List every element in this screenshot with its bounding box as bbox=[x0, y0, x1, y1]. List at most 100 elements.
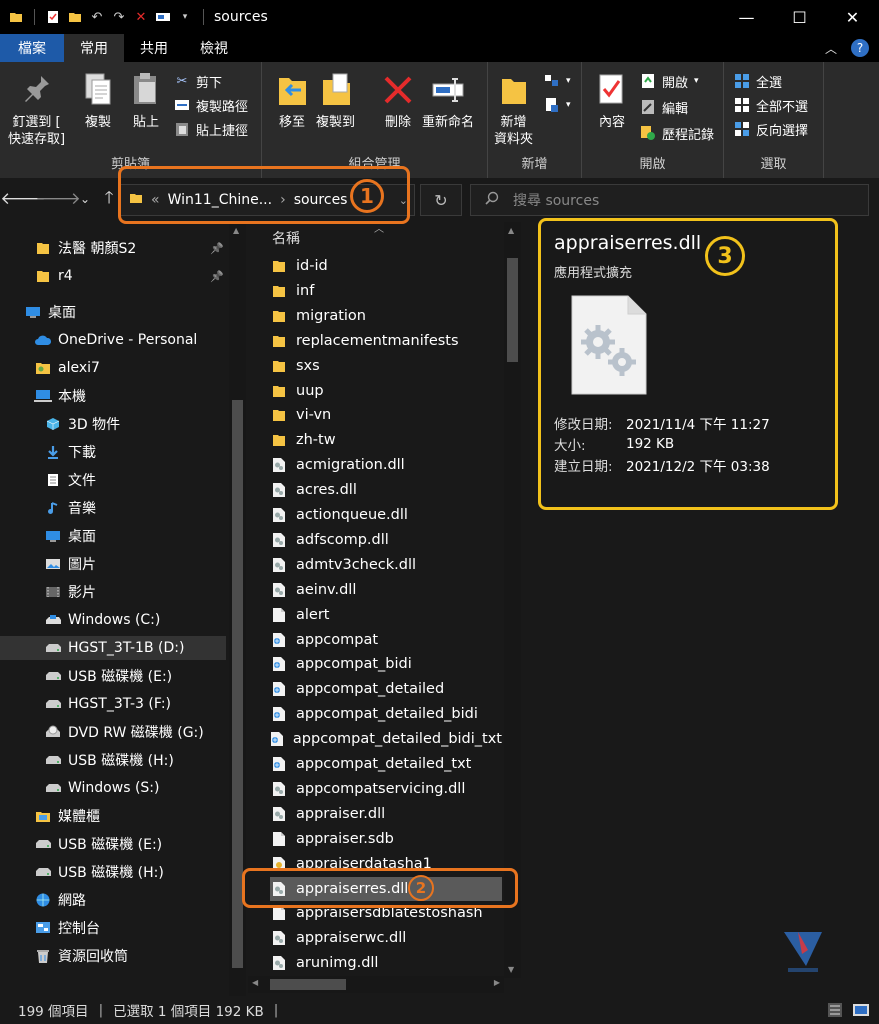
invert-selection-button[interactable]: 反向選擇 bbox=[734, 118, 808, 140]
pin-icon[interactable]: 📌 bbox=[210, 270, 224, 283]
forward-button[interactable]: 🡒 bbox=[35, 188, 81, 210]
nav-item[interactable]: 桌面 bbox=[24, 300, 76, 324]
tab-share[interactable]: 共用 bbox=[124, 34, 184, 62]
file-row[interactable]: appcompat_detailed bbox=[270, 677, 502, 701]
delete-button[interactable]: 刪除 bbox=[380, 70, 416, 131]
properties-icon[interactable] bbox=[45, 9, 61, 25]
recent-locations-button[interactable]: ⌄ bbox=[74, 188, 96, 210]
nav-item[interactable]: 資源回收筒 bbox=[34, 944, 128, 968]
new-folder-button[interactable]: 新增 資料夾 bbox=[494, 70, 533, 148]
delete-icon[interactable]: ✕ bbox=[133, 9, 149, 25]
nav-item[interactable]: USB 磁碟機 (H:) bbox=[44, 748, 174, 772]
file-row[interactable]: appcompat_detailed_txt bbox=[270, 752, 502, 776]
scroll-up-arrow[interactable]: ▲ bbox=[508, 226, 514, 235]
file-horizontal-scrollbar[interactable]: ◀ ▶ bbox=[248, 976, 504, 993]
file-hscroll-thumb[interactable] bbox=[270, 979, 346, 990]
select-none-button[interactable]: 全部不選 bbox=[734, 94, 808, 116]
back-button[interactable]: 🡐 bbox=[0, 188, 46, 210]
file-row[interactable]: appcompat_detailed_bidi_txt bbox=[270, 727, 502, 751]
undo-icon[interactable]: ↶ bbox=[89, 9, 105, 25]
properties-button[interactable]: 內容 bbox=[594, 70, 630, 131]
nav-item[interactable]: 下載 bbox=[44, 440, 96, 464]
file-row[interactable]: appraiser.sdb bbox=[270, 827, 502, 851]
cut-button[interactable]: ✂ 剪下 bbox=[174, 70, 222, 92]
file-row[interactable]: appcompat_bidi bbox=[270, 652, 502, 676]
search-box[interactable]: 搜尋 sources bbox=[470, 184, 869, 216]
nav-item[interactable]: HGST_3T-1B (D:) bbox=[0, 636, 226, 660]
nav-item[interactable]: 本機 bbox=[34, 384, 86, 408]
nav-item[interactable]: alexi7 bbox=[34, 356, 100, 380]
rename-icon[interactable] bbox=[155, 9, 171, 25]
nav-item[interactable]: USB 磁碟機 (H:) bbox=[34, 860, 164, 884]
pin-quick-access-button[interactable]: 釘選到 [ 快速存取] bbox=[8, 70, 65, 148]
tab-view[interactable]: 檢視 bbox=[184, 34, 244, 62]
file-row[interactable]: acres.dll bbox=[270, 478, 502, 502]
nav-item[interactable]: 桌面 bbox=[44, 524, 96, 548]
nav-item[interactable]: 影片 bbox=[44, 580, 96, 604]
file-row[interactable]: arunimg.dll bbox=[270, 951, 502, 975]
nav-item[interactable]: 網路 bbox=[34, 888, 86, 912]
redo-icon[interactable]: ↷ bbox=[111, 9, 127, 25]
file-row[interactable]: appcompatservicing.dll bbox=[270, 777, 502, 801]
scroll-up-arrow[interactable]: ▲ bbox=[233, 226, 239, 235]
help-icon[interactable]: ? bbox=[851, 39, 869, 57]
nav-item[interactable]: USB 磁碟機 (E:) bbox=[34, 832, 162, 856]
copy-to-button[interactable]: 複製到 bbox=[316, 70, 355, 131]
new-folder-icon[interactable] bbox=[67, 9, 83, 25]
paste-button[interactable]: 貼上 bbox=[128, 70, 164, 131]
nav-item[interactable]: Windows (C:) bbox=[44, 608, 160, 632]
nav-item[interactable]: 法醫 朝顏S2 📌 bbox=[34, 236, 224, 260]
tab-home[interactable]: 常用 bbox=[64, 34, 124, 62]
tab-file[interactable]: 檔案 bbox=[0, 34, 64, 62]
paste-shortcut-button[interactable]: 貼上捷徑 bbox=[174, 118, 248, 140]
nav-item[interactable]: Windows (S:) bbox=[44, 776, 159, 800]
folder-row[interactable]: uup bbox=[270, 379, 502, 403]
folder-row[interactable]: inf bbox=[270, 279, 502, 303]
refresh-button[interactable]: ↻ bbox=[420, 184, 462, 216]
details-view-button[interactable] bbox=[825, 1000, 845, 1020]
file-row[interactable]: actionqueue.dll bbox=[270, 503, 502, 527]
file-row[interactable]: appraiserwc.dll bbox=[270, 926, 502, 950]
file-row[interactable]: appcompat_detailed_bidi bbox=[270, 702, 502, 726]
scroll-left-arrow[interactable]: ◀ bbox=[252, 978, 258, 987]
new-item-button[interactable]: ▾ bbox=[544, 70, 571, 92]
nav-item[interactable]: 媒體櫃 bbox=[34, 804, 100, 828]
file-row[interactable]: adfscomp.dll bbox=[270, 528, 502, 552]
file-row[interactable]: appraiser.dll bbox=[270, 802, 502, 826]
nav-item[interactable]: USB 磁碟機 (E:) bbox=[44, 664, 172, 688]
file-row[interactable]: admtv3check.dll bbox=[270, 553, 502, 577]
folder-row[interactable]: replacementmanifests bbox=[270, 329, 502, 353]
nav-item[interactable]: 3D 物件 bbox=[44, 412, 120, 436]
collapse-ribbon-icon[interactable]: ︿ bbox=[825, 40, 837, 57]
folder-row[interactable]: sxs bbox=[270, 354, 502, 378]
scroll-down-arrow[interactable]: ▼ bbox=[508, 965, 514, 974]
edit-button[interactable]: 編輯 bbox=[640, 96, 688, 118]
nav-item[interactable]: 控制台 bbox=[34, 916, 100, 940]
rename-button[interactable]: 重新命名 bbox=[422, 70, 474, 131]
folder-row[interactable]: zh-tw bbox=[270, 428, 502, 452]
copy-button[interactable]: 複製 bbox=[80, 70, 116, 131]
folder-row[interactable]: vi-vn bbox=[270, 403, 502, 427]
nav-item[interactable]: OneDrive - Personal bbox=[34, 328, 197, 352]
column-header-name[interactable]: 名稱 bbox=[272, 228, 300, 248]
move-to-button[interactable]: 移至 bbox=[274, 70, 310, 131]
file-row[interactable]: acmigration.dll bbox=[270, 453, 502, 477]
file-vertical-scrollbar[interactable]: ▲ ▼ bbox=[504, 222, 521, 978]
nav-item[interactable]: r4 📌 bbox=[34, 264, 224, 288]
scroll-right-arrow[interactable]: ▶ bbox=[494, 978, 500, 987]
file-row[interactable]: alert bbox=[270, 603, 502, 627]
folder-row[interactable]: migration bbox=[270, 304, 502, 328]
open-button[interactable]: 開啟 ▾ bbox=[640, 70, 699, 92]
up-button[interactable]: 🡑 bbox=[98, 188, 120, 210]
large-icons-view-button[interactable] bbox=[851, 1000, 871, 1020]
history-button[interactable]: 歷程記錄 bbox=[640, 122, 714, 144]
easy-access-button[interactable]: ▾ bbox=[544, 94, 571, 116]
nav-item[interactable]: DVD RW 磁碟機 (G:) bbox=[44, 720, 204, 744]
minimize-button[interactable]: — bbox=[720, 0, 773, 34]
close-button[interactable]: ✕ bbox=[826, 0, 879, 34]
folder-row[interactable]: id-id bbox=[270, 254, 502, 278]
nav-item[interactable]: 圖片 bbox=[44, 552, 96, 576]
customize-dropdown-icon[interactable]: ▾ bbox=[177, 9, 193, 25]
file-row[interactable]: aeinv.dll bbox=[270, 578, 502, 602]
nav-item[interactable]: 音樂 bbox=[44, 496, 96, 520]
